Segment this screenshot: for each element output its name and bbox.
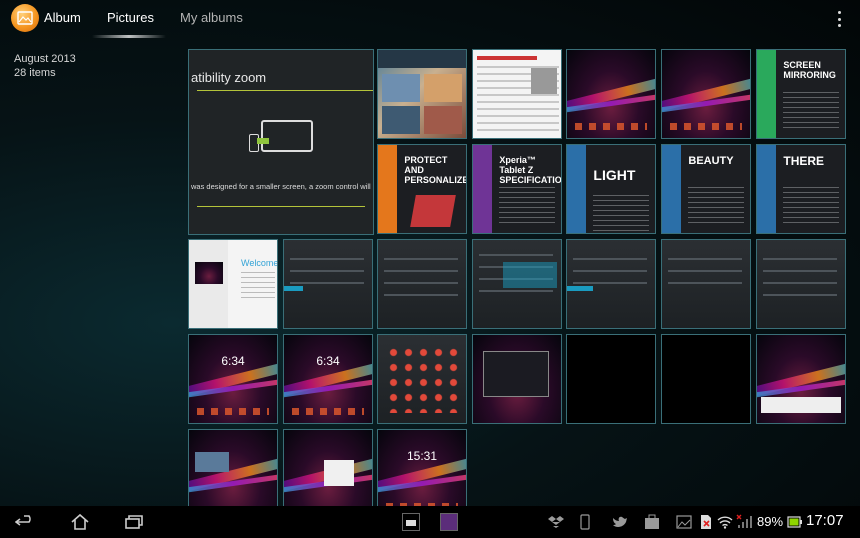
thumbnail-home-screen[interactable] xyxy=(756,334,846,424)
lock-screen-time: 6:34 xyxy=(316,354,340,369)
battery-icon xyxy=(787,514,803,530)
thumbnail-welcome[interactable]: Welcome xyxy=(188,239,278,329)
action-bar: Album Pictures My albums xyxy=(0,0,860,38)
divider xyxy=(197,90,373,91)
thumbnail-promo-beauty[interactable]: BEAUTY xyxy=(661,144,751,234)
promo-headline: BEAUTY xyxy=(688,155,734,167)
promo-headline: SCREEN MIRRORING xyxy=(783,60,836,80)
promo-headline: THERE xyxy=(783,154,825,168)
thumbnail-recent-apps[interactable] xyxy=(472,334,562,424)
system-bar: 89% 17:07 xyxy=(0,506,860,538)
app-title[interactable]: Album xyxy=(44,10,81,25)
thumbnail-settings-screen[interactable] xyxy=(283,239,373,329)
lock-screen-time: 6:34 xyxy=(221,354,245,369)
thumbnail-black-screen[interactable] xyxy=(661,334,751,424)
store-icon xyxy=(644,514,660,530)
battery-percent: 89% xyxy=(757,514,784,529)
thumbnail-lock-screen[interactable]: 6:34 xyxy=(283,334,373,424)
album-info: August 2013 28 items xyxy=(14,52,76,80)
thumbnail-settings-screen[interactable] xyxy=(472,239,562,329)
thumbnail-grid: atibility zoom was designed for a smalle… xyxy=(188,49,848,519)
phone-icon xyxy=(580,514,590,530)
tab-pictures[interactable]: Pictures xyxy=(107,10,154,25)
wifi-icon xyxy=(717,514,733,530)
album-item-count: 28 items xyxy=(14,67,56,79)
thumbnail-settings-screen[interactable] xyxy=(661,239,751,329)
thumbnail-black-screen[interactable] xyxy=(566,334,656,424)
thumbnail-settings-screen[interactable] xyxy=(566,239,656,329)
overflow-menu-icon[interactable] xyxy=(836,11,842,27)
small-app-icon[interactable] xyxy=(440,513,458,531)
arrow-icon xyxy=(257,138,269,144)
thumbnail-web-page[interactable] xyxy=(472,49,562,139)
thumbnail-settings-screen[interactable] xyxy=(377,239,467,329)
welcome-title: Welcome xyxy=(241,258,278,268)
album-icon[interactable] xyxy=(11,4,39,32)
thumbnail-promo-light[interactable]: LIGHT xyxy=(566,144,656,234)
album-date: August 2013 xyxy=(14,53,76,65)
thumbnail-home-screen[interactable] xyxy=(661,49,751,139)
image-icon xyxy=(676,514,692,530)
active-tab-indicator xyxy=(92,35,166,38)
promo-headline: PROTECT AND PERSONALIZE xyxy=(404,155,467,185)
promo-headline: Xperia™ Tablet Z SPECIFICATIONS xyxy=(499,155,562,185)
no-sim-icon xyxy=(699,514,713,530)
back-icon[interactable] xyxy=(14,512,38,532)
recent-apps-icon[interactable] xyxy=(122,512,146,532)
dropbox-icon xyxy=(548,514,564,530)
thumbnail-app-drawer[interactable] xyxy=(377,334,467,424)
thumbnail-promo-specifications[interactable]: Xperia™ Tablet Z SPECIFICATIONS xyxy=(472,144,562,234)
home-icon[interactable] xyxy=(68,512,92,532)
promo-headline: LIGHT xyxy=(593,167,636,183)
tab-my-albums[interactable]: My albums xyxy=(180,10,243,25)
thumbnail-promo-there[interactable]: THERE xyxy=(756,144,846,234)
album-app: Album Pictures My albums August 2013 28 … xyxy=(0,0,860,538)
thumbnail-promo-protect[interactable]: PROTECT AND PERSONALIZE xyxy=(377,144,467,234)
small-app-icon[interactable] xyxy=(402,513,420,531)
thumbnail-zoom-screenshot[interactable]: atibility zoom was designed for a smalle… xyxy=(188,49,374,235)
thumbnail-lock-screen[interactable]: 6:34 xyxy=(188,334,278,424)
twitter-icon xyxy=(612,514,628,530)
thumbnail-promo-screen-mirroring[interactable]: SCREEN MIRRORING xyxy=(756,49,846,139)
divider xyxy=(197,206,365,207)
thumbnail-home-screen[interactable] xyxy=(566,49,656,139)
thumbnail-settings-screen[interactable] xyxy=(756,239,846,329)
signal-icon xyxy=(736,514,752,530)
thumbnail-zoom-title: atibility zoom xyxy=(191,70,267,85)
tablet-icon xyxy=(261,120,313,152)
thumbnail-zoom-caption: was designed for a smaller screen, a zoo… xyxy=(191,182,373,191)
status-clock: 17:07 xyxy=(806,512,844,529)
lock-screen-time: 15:31 xyxy=(406,449,438,464)
thumbnail-photo-collage[interactable] xyxy=(377,49,467,139)
